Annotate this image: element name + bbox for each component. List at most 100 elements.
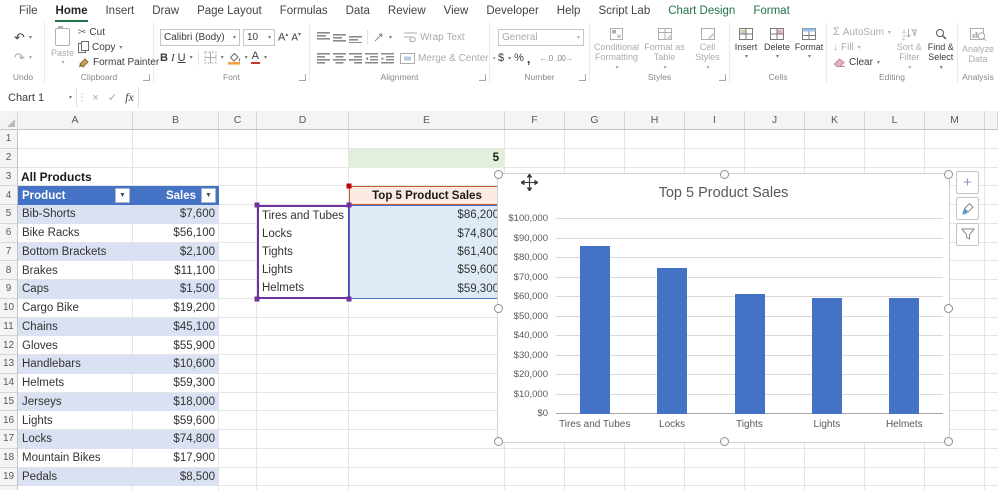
shrink-font-button[interactable]: A▾	[291, 31, 301, 43]
bottom-align-icon[interactable]	[349, 32, 362, 43]
table-row[interactable]: Lights$59,600	[18, 411, 219, 430]
sales-cell[interactable]: $11,100	[133, 265, 215, 277]
table-row[interactable]: Brakes$11,100	[18, 261, 219, 280]
product-cell[interactable]: Gloves	[18, 340, 133, 352]
top5-values-range[interactable]: $86,200$74,800$61,400$59,600$59,300	[349, 205, 505, 299]
product-cell[interactable]: Cargo Bike	[18, 302, 133, 314]
name-box-dropdown-icon[interactable]: ▾	[69, 94, 72, 101]
chart-resize-handle[interactable]	[944, 304, 953, 313]
font-family-select[interactable]: Calibri (Body)▾	[160, 29, 240, 46]
insert-cells-button[interactable]: Insert▾	[732, 25, 760, 70]
product-filter-button[interactable]: ▼	[115, 188, 130, 203]
analyze-data-button[interactable]: Analyze Data	[960, 25, 996, 70]
chart-bar[interactable]	[889, 298, 919, 414]
column-header-l[interactable]: L	[865, 111, 925, 129]
chart-styles-button[interactable]	[956, 197, 979, 220]
tab-draw[interactable]: Draw	[143, 1, 188, 22]
table-row[interactable]: Helmets$59,300	[18, 374, 219, 393]
column-header-a[interactable]: A	[18, 111, 133, 129]
chart-bar[interactable]	[735, 294, 765, 414]
tab-home[interactable]: Home	[47, 1, 97, 22]
chart-resize-handle[interactable]	[494, 437, 503, 446]
range-handle[interactable]	[347, 184, 352, 189]
chart-resize-handle[interactable]	[494, 304, 503, 313]
clipboard-dialog-launcher[interactable]	[143, 74, 150, 81]
table-row[interactable]: Bib-Shorts$7,600	[18, 205, 219, 224]
name-box[interactable]: Chart 1 ▾	[0, 84, 76, 111]
top5-category-cell[interactable]: Lights	[259, 261, 348, 279]
enter-icon[interactable]: ✓	[104, 84, 121, 111]
product-cell[interactable]: Bike Racks	[18, 227, 133, 239]
font-color-button[interactable]: A	[251, 51, 260, 64]
alignment-dialog-launcher[interactable]	[479, 74, 486, 81]
cut-button[interactable]: ✂Cut	[78, 25, 159, 39]
tab-chart-design[interactable]: Chart Design	[659, 1, 744, 22]
undo-button[interactable]: ↶▾	[14, 29, 32, 46]
top-align-icon[interactable]	[317, 32, 330, 43]
copy-button[interactable]: Copy▾	[78, 40, 159, 54]
table-row[interactable]: Gloves$55,900	[18, 336, 219, 355]
number-format-select[interactable]: General▾	[498, 29, 584, 46]
fill-button[interactable]: ↓Fill▾	[833, 40, 892, 54]
sales-cell[interactable]: $45,100	[133, 321, 215, 333]
product-cell[interactable]: Bib-Shorts	[18, 208, 133, 220]
top5-value-cell[interactable]: $59,600	[350, 261, 504, 279]
currency-format-button[interactable]: $	[498, 52, 504, 64]
table-row[interactable]: Handlebars$10,600	[18, 355, 219, 374]
product-cell[interactable]: Brakes	[18, 265, 133, 277]
table-row[interactable]: Chains$45,100	[18, 318, 219, 337]
sales-cell[interactable]: $55,900	[133, 340, 215, 352]
borders-button[interactable]	[204, 51, 217, 64]
wrap-text-button[interactable]: Wrap Text	[404, 29, 465, 46]
styles-dialog-launcher[interactable]	[719, 74, 726, 81]
chart-resize-handle[interactable]	[944, 170, 953, 179]
cell-styles-button[interactable]: Cell Styles▾	[689, 25, 727, 70]
number-dialog-launcher[interactable]	[579, 74, 586, 81]
sort-filter-button[interactable]: AZ Sort & Filter▾	[895, 25, 924, 70]
column-header-c[interactable]: C	[219, 111, 257, 129]
font-dialog-launcher[interactable]	[299, 74, 306, 81]
column-header-m[interactable]: M	[925, 111, 985, 129]
sales-cell[interactable]: $10,600	[133, 358, 215, 370]
find-select-button[interactable]: Find & Select▾	[926, 25, 955, 70]
range-handle[interactable]	[255, 203, 260, 208]
sales-cell[interactable]: $1,500	[133, 283, 215, 295]
align-right-icon[interactable]	[349, 53, 362, 64]
range-handle[interactable]	[347, 203, 352, 208]
increase-indent-icon[interactable]	[381, 53, 394, 64]
comma-format-button[interactable]: ,	[527, 51, 531, 66]
top5-table-title-cell[interactable]: Top 5 Product Sales	[349, 186, 505, 205]
tab-script-lab[interactable]: Script Lab	[589, 1, 659, 22]
tab-format[interactable]: Format	[744, 1, 798, 22]
tab-help[interactable]: Help	[548, 1, 590, 22]
product-cell[interactable]: Chains	[18, 321, 133, 333]
product-cell[interactable]: Locks	[18, 433, 133, 445]
column-header-k[interactable]: K	[805, 111, 865, 129]
top5-category-cell[interactable]: Tires and Tubes	[259, 207, 348, 225]
middle-align-icon[interactable]	[333, 32, 346, 43]
column-header-b[interactable]: B	[133, 111, 219, 129]
align-left-icon[interactable]	[317, 53, 330, 64]
product-cell[interactable]: Handlebars	[18, 358, 133, 370]
column-header-h[interactable]: H	[625, 111, 685, 129]
grow-font-button[interactable]: A▴	[278, 31, 288, 44]
top5-category-cell[interactable]: Locks	[259, 225, 348, 243]
chart-object[interactable]: Top 5 Product Sales $0$10,000$20,000$30,…	[497, 173, 950, 443]
product-cell[interactable]: Helmets	[18, 377, 133, 389]
sales-filter-button[interactable]: ▼	[201, 188, 216, 203]
table-row[interactable]: Caps$1,500	[18, 280, 219, 299]
chart-resize-handle[interactable]	[720, 170, 729, 179]
redo-button[interactable]: ↷▾	[14, 49, 32, 66]
italic-button[interactable]: I	[171, 52, 175, 64]
sales-cell[interactable]: $56,100	[133, 227, 215, 239]
select-all-corner[interactable]	[0, 111, 18, 129]
merge-center-button[interactable]: Merge & Center▾	[400, 50, 496, 67]
sales-cell[interactable]: $59,300	[133, 377, 215, 389]
clear-button[interactable]: Clear▾	[833, 56, 892, 70]
format-cells-button[interactable]: Format▾	[794, 25, 824, 70]
tab-developer[interactable]: Developer	[477, 1, 547, 22]
paste-button[interactable]: Paste ▾	[51, 25, 74, 70]
top5-category-range[interactable]: Tires and TubesLocksTightsLightsHelmets	[257, 205, 350, 299]
sales-cell[interactable]: $19,200	[133, 302, 215, 314]
chart-bar[interactable]	[812, 298, 842, 414]
